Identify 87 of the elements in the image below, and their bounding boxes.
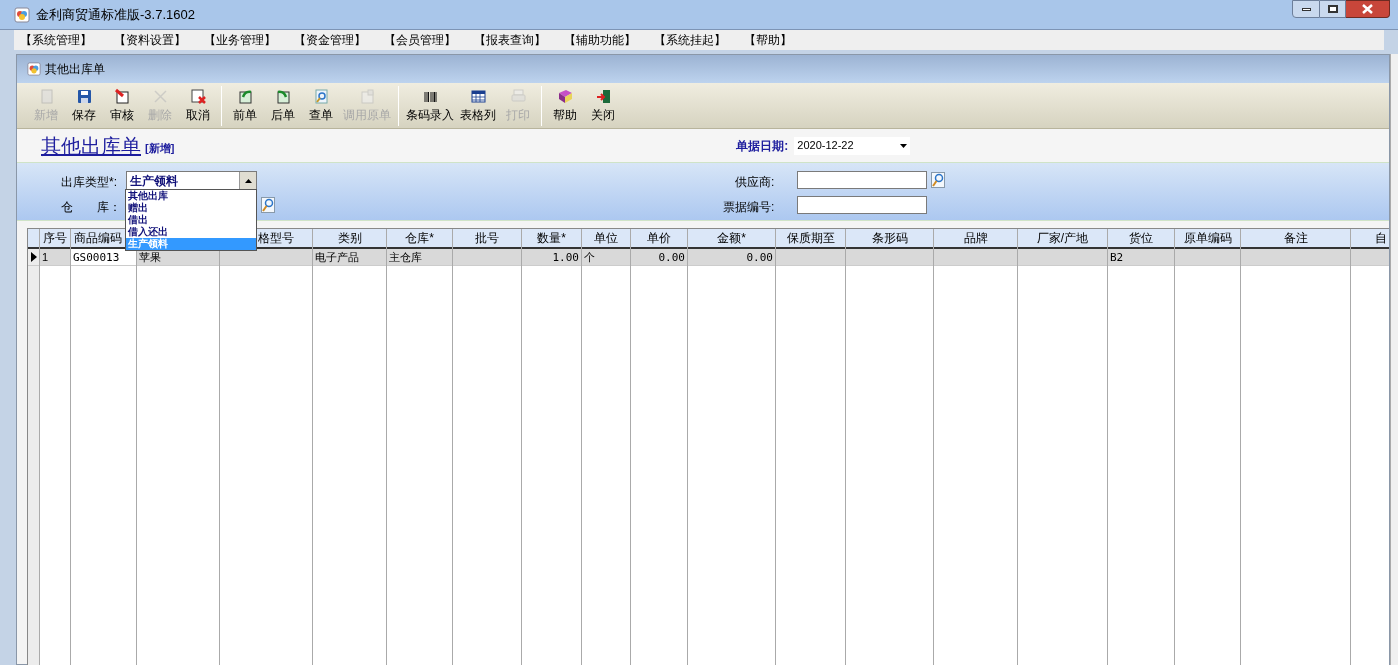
table-cell: 主仓库 bbox=[387, 249, 452, 266]
column-header: 批号 bbox=[453, 229, 521, 249]
scrollbar[interactable] bbox=[1390, 54, 1398, 665]
minimize-button[interactable] bbox=[1292, 0, 1320, 18]
column-header: 备注 bbox=[1241, 229, 1350, 249]
search-icon[interactable] bbox=[931, 172, 945, 188]
dropdown-option[interactable]: 其他出库 bbox=[126, 190, 256, 202]
table-cell: 1.00 bbox=[522, 249, 581, 266]
mode-label: [新增] bbox=[145, 141, 175, 157]
document-title: 其他出库单 bbox=[45, 61, 105, 78]
toolbar-button[interactable]: 后单 bbox=[264, 85, 302, 126]
close-icon bbox=[1362, 4, 1373, 14]
column-header: 货位 bbox=[1108, 229, 1174, 249]
exit-door-icon bbox=[594, 88, 612, 105]
toolbar-button[interactable]: 前单 bbox=[226, 85, 264, 126]
document-icon bbox=[358, 88, 376, 105]
column-header: 仓库* bbox=[387, 229, 452, 249]
column-header: 数量* bbox=[522, 229, 581, 249]
table-cell: 0.00 bbox=[688, 249, 775, 266]
dropdown-arrow-icon bbox=[244, 179, 252, 183]
table-cell bbox=[776, 249, 845, 266]
maximize-button[interactable] bbox=[1320, 0, 1346, 18]
toolbar-button[interactable]: 取消 bbox=[179, 85, 217, 126]
table-cell: 1 bbox=[40, 249, 70, 266]
column-header: 保质期至 bbox=[776, 229, 845, 249]
toolbar-button[interactable]: 保存 bbox=[65, 85, 103, 126]
toolbar-button[interactable]: 关闭 bbox=[584, 85, 622, 126]
menu-item[interactable]: 【系统管理】 bbox=[14, 31, 108, 49]
window-title: 金利商贸通标准版-3.7.1602 bbox=[36, 5, 195, 24]
type-label: 出库类型*: bbox=[61, 174, 117, 191]
dropdown-option[interactable]: 赠出 bbox=[126, 202, 256, 214]
column-header: 条形码 bbox=[846, 229, 933, 249]
document-pen-icon bbox=[113, 88, 131, 105]
table-cell bbox=[1175, 249, 1240, 266]
menu-item[interactable]: 【资料设置】 bbox=[108, 31, 198, 49]
dropdown-button[interactable] bbox=[239, 172, 256, 190]
menu-item[interactable]: 【系统挂起】 bbox=[648, 31, 738, 49]
warehouse-label: 仓 库： bbox=[61, 199, 121, 216]
grid-icon bbox=[469, 88, 487, 105]
supplier-label: 供应商: bbox=[735, 174, 775, 191]
type-combobox[interactable]: 生产领料 bbox=[126, 171, 257, 191]
table-cell: 0.00 bbox=[631, 249, 687, 266]
table-cell: 个 bbox=[582, 249, 630, 266]
minimize-icon bbox=[1301, 7, 1311, 11]
row-pointer-icon bbox=[30, 252, 37, 262]
column-header: 自 bbox=[1351, 229, 1389, 249]
ticket-number-field[interactable] bbox=[797, 196, 927, 214]
column-header: 品牌 bbox=[934, 229, 1017, 249]
search-icon bbox=[312, 88, 330, 105]
toolbar-button[interactable]: 审核 bbox=[103, 85, 141, 126]
app-icon bbox=[14, 6, 30, 23]
column-header: 金额* bbox=[688, 229, 775, 249]
column-header: 单位 bbox=[582, 229, 630, 249]
column-header: 厂家/产地 bbox=[1018, 229, 1107, 249]
table-cell: 电子产品 bbox=[313, 249, 386, 266]
printer-icon bbox=[509, 88, 527, 105]
app-icon bbox=[27, 62, 41, 76]
column-header: 单价 bbox=[631, 229, 687, 249]
supplier-field[interactable] bbox=[797, 171, 927, 189]
form-heading: 其他出库单 bbox=[41, 132, 141, 160]
table-cell bbox=[453, 249, 521, 266]
menu-item[interactable]: 【业务管理】 bbox=[198, 31, 288, 49]
search-icon[interactable] bbox=[261, 197, 275, 213]
column-header: 原单编码 bbox=[1175, 229, 1240, 249]
dropdown-option[interactable]: 借出 bbox=[126, 214, 256, 226]
dropdown-arrow-icon bbox=[900, 143, 908, 148]
date-field[interactable]: 2020-12-22 bbox=[794, 136, 911, 155]
toolbar-button[interactable]: 表格列 bbox=[457, 85, 499, 126]
table-cell: B2 bbox=[1108, 249, 1174, 266]
menu-item[interactable]: 【报表查询】 bbox=[468, 31, 558, 49]
maximize-icon bbox=[1327, 5, 1338, 13]
toolbar-button[interactable]: 条码录入 bbox=[403, 85, 457, 126]
row-header[interactable] bbox=[28, 249, 39, 266]
grid-corner bbox=[28, 229, 39, 249]
document-cross-icon bbox=[189, 88, 207, 105]
column-header: 序号 bbox=[40, 229, 70, 249]
cross-icon bbox=[151, 88, 169, 105]
toolbar-button[interactable]: 帮助 bbox=[546, 85, 584, 126]
date-label: 单据日期: bbox=[736, 137, 789, 155]
menu-item[interactable]: 【会员管理】 bbox=[378, 31, 468, 49]
ticket-number-label: 票据编号: bbox=[723, 199, 775, 216]
column-header: 类别 bbox=[313, 229, 386, 249]
close-button[interactable] bbox=[1346, 0, 1390, 18]
menu-item[interactable]: 【辅助功能】 bbox=[558, 31, 648, 49]
menu-item[interactable]: 【资金管理】 bbox=[288, 31, 378, 49]
menu-item[interactable]: 【帮助】 bbox=[738, 31, 798, 49]
toolbar-button[interactable]: 查单 bbox=[302, 85, 340, 126]
